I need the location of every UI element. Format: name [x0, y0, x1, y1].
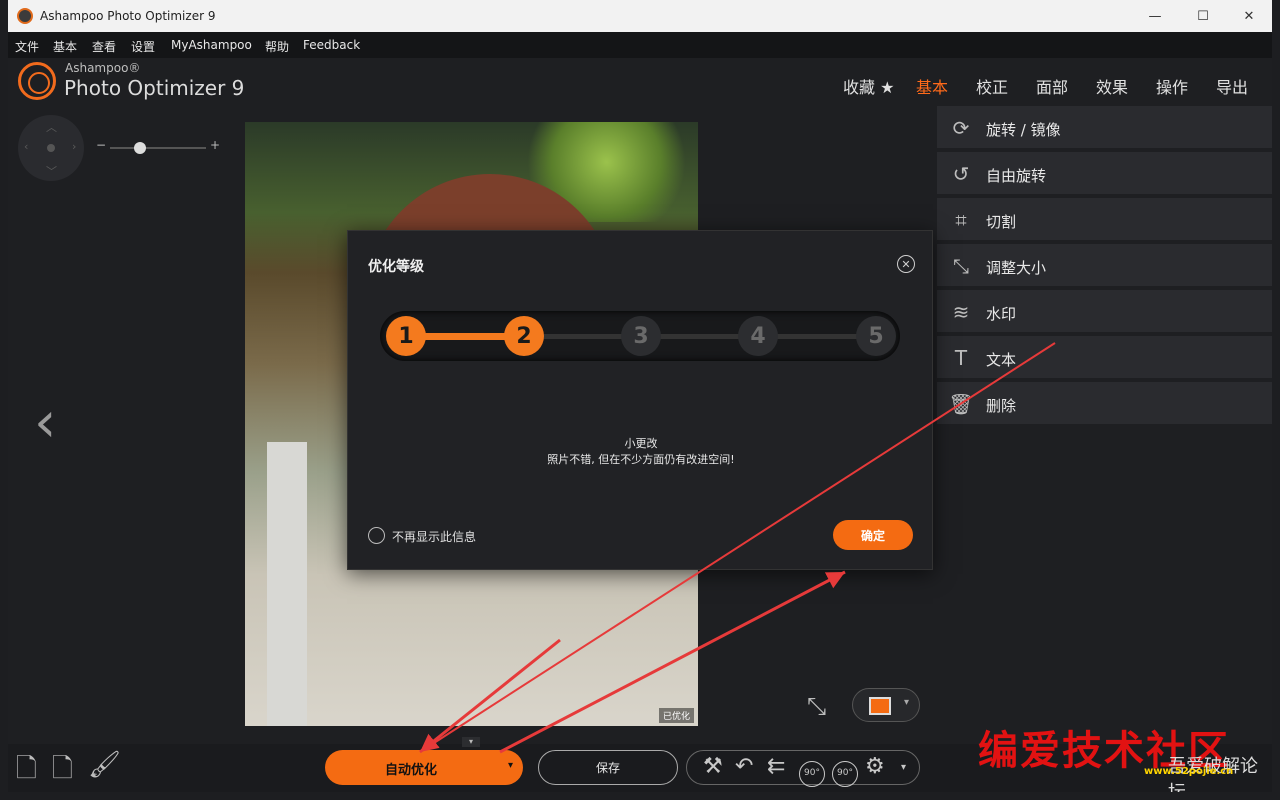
tool-label: 调整大小: [986, 259, 1047, 277]
app-icon: [17, 8, 33, 24]
pan-left-icon[interactable]: ‹: [24, 140, 28, 153]
brush-icon[interactable]: 🖌: [88, 750, 121, 780]
tool-panel: ⟳ 旋转 / 镜像 ↺ 自由旋转 ⌗ 切割 ⤡ 调整大小 ≋ 水印 T 文本 🗑…: [937, 106, 1272, 436]
ashampoo-logo-icon: [18, 62, 56, 100]
zoom-thumb[interactable]: [134, 142, 146, 154]
level-step-5[interactable]: 5: [856, 316, 896, 356]
rotate-left-icon[interactable]: 90°: [799, 761, 825, 787]
app-header: Ashampoo® Photo Optimizer 9 收藏 ★ 基本 校正 面…: [8, 58, 1272, 108]
tab-effects[interactable]: 效果: [1096, 74, 1128, 98]
tab-export[interactable]: 导出: [1216, 74, 1248, 98]
dont-show-label: 不再显示此信息: [392, 530, 477, 544]
undo-all-icon[interactable]: ⇇: [767, 754, 785, 779]
zoom-out-icon[interactable]: −: [96, 138, 106, 152]
tool-free-rotate[interactable]: ↺ 自由旋转: [937, 152, 1272, 196]
brand-product: Photo Optimizer 9: [64, 76, 245, 100]
menu-feedback[interactable]: Feedback: [303, 38, 360, 52]
menu-settings[interactable]: 设置: [131, 38, 155, 55]
edit-tools-group: ⚒ ↶ ⇇ 90° 90° ⚙ ▾: [686, 750, 920, 787]
watermark-icon: ≋: [952, 300, 970, 324]
tool-label: 切割: [986, 213, 1017, 231]
close-icon[interactable]: ✕: [897, 255, 915, 273]
brand-vendor: Ashampoo®: [65, 61, 141, 75]
dialog-title: 优化等级: [368, 259, 424, 275]
menu-basic[interactable]: 基本: [53, 38, 77, 55]
zoom-in-icon[interactable]: +: [210, 138, 220, 152]
zoom-slider[interactable]: − +: [96, 138, 220, 156]
window-title: Ashampoo Photo Optimizer 9: [40, 9, 216, 23]
tab-basic[interactable]: 基本: [916, 74, 948, 98]
menu-view[interactable]: 查看: [92, 38, 116, 55]
menu-help[interactable]: 帮助: [265, 38, 289, 55]
pan-down-icon[interactable]: ﹀: [46, 163, 57, 179]
previous-image-icon[interactable]: ‹: [34, 395, 56, 451]
tool-rotate-mirror[interactable]: ⟳ 旋转 / 镜像: [937, 106, 1272, 150]
pan-up-icon[interactable]: ︿: [46, 119, 57, 135]
fit-window-icon[interactable]: ⤡: [807, 692, 826, 720]
chevron-down-icon[interactable]: ▾: [901, 762, 906, 773]
zoom-track[interactable]: [110, 147, 206, 149]
trash-icon: 🗑: [948, 392, 974, 416]
pan-right-icon[interactable]: ›: [72, 140, 76, 153]
collapse-toggle-icon[interactable]: ▾: [462, 737, 480, 747]
optimized-badge: 已优化: [658, 708, 694, 723]
app-window: Ashampoo Photo Optimizer 9 — ☐ ✕ 文件 基本 查…: [8, 0, 1272, 792]
tab-actions[interactable]: 操作: [1156, 74, 1188, 98]
auto-optimize-button[interactable]: 自动优化 ▾: [325, 750, 523, 785]
add-folder-icon[interactable]: 🗋: [52, 750, 73, 792]
level-step-2[interactable]: 2: [504, 316, 544, 356]
photo-post: [267, 442, 307, 726]
menu-file[interactable]: 文件: [15, 38, 39, 55]
tool-label: 自由旋转: [986, 167, 1047, 185]
pan-navigator[interactable]: ︿ ﹀ ‹ ›: [18, 115, 84, 181]
close-window-button[interactable]: ✕: [1226, 0, 1272, 32]
dont-show-radio[interactable]: [368, 527, 385, 544]
optimization-level-dialog: 优化等级 ✕ 1 2 3 4 5 小更改 照片不错, 但在不少方面仍有改进空间!…: [347, 230, 933, 570]
level-stepper[interactable]: 1 2 3 4 5: [380, 311, 900, 361]
tool-crop[interactable]: ⌗ 切割: [937, 198, 1272, 242]
save-button[interactable]: 保存: [538, 750, 678, 785]
text-icon: T: [954, 346, 968, 370]
level-step-4[interactable]: 4: [738, 316, 778, 356]
tool-label: 水印: [986, 305, 1017, 323]
tab-correction[interactable]: 校正: [976, 74, 1008, 98]
tool-label: 删除: [986, 397, 1017, 415]
level-description: 照片不错, 但在不少方面仍有改进空间!: [547, 453, 735, 466]
crop-icon: ⌗: [955, 208, 967, 232]
level-step-1[interactable]: 1: [386, 316, 426, 356]
tab-face[interactable]: 面部: [1036, 74, 1068, 98]
title-bar: Ashampoo Photo Optimizer 9 — ☐ ✕: [8, 0, 1272, 32]
resize-icon: ⤡: [953, 254, 969, 278]
rotate-right-icon[interactable]: 90°: [832, 761, 858, 787]
undo-icon[interactable]: ↶: [735, 754, 753, 779]
tool-delete[interactable]: 🗑 删除: [937, 382, 1272, 426]
auto-optimize-label: 自动优化: [385, 763, 438, 778]
free-rotate-icon: ↺: [952, 162, 970, 186]
tool-resize[interactable]: ⤡ 调整大小: [937, 244, 1272, 288]
tab-favorites[interactable]: 收藏 ★: [843, 74, 894, 98]
compare-view-button[interactable]: ▾: [852, 688, 920, 722]
maximize-button[interactable]: ☐: [1180, 0, 1226, 32]
rotate-mirror-icon: ⟳: [952, 116, 970, 140]
minimize-button[interactable]: —: [1132, 0, 1178, 32]
chevron-down-icon[interactable]: ▾: [508, 760, 513, 771]
magic-wand-icon[interactable]: ⚒: [703, 754, 723, 779]
chevron-down-icon[interactable]: ▾: [904, 697, 909, 708]
menu-myashampoo[interactable]: MyAshampoo: [171, 38, 252, 52]
tool-watermark[interactable]: ≋ 水印: [937, 290, 1272, 334]
menu-bar: 文件 基本 查看 设置 MyAshampoo 帮助 Feedback: [8, 32, 1272, 58]
tool-label: 文本: [986, 351, 1017, 369]
gear-icon[interactable]: ⚙: [865, 754, 885, 779]
level-name: 小更改: [624, 437, 658, 450]
ok-button[interactable]: 确定: [833, 520, 913, 550]
tool-text[interactable]: T 文本: [937, 336, 1272, 380]
forum-watermark-url: www.52pojie.cn: [1144, 766, 1234, 777]
add-file-icon[interactable]: 🗋: [16, 750, 37, 792]
level-step-3[interactable]: 3: [621, 316, 661, 356]
tool-label: 旋转 / 镜像: [986, 121, 1061, 139]
pan-center-icon[interactable]: [47, 144, 55, 152]
compare-view-icon: [869, 697, 891, 715]
